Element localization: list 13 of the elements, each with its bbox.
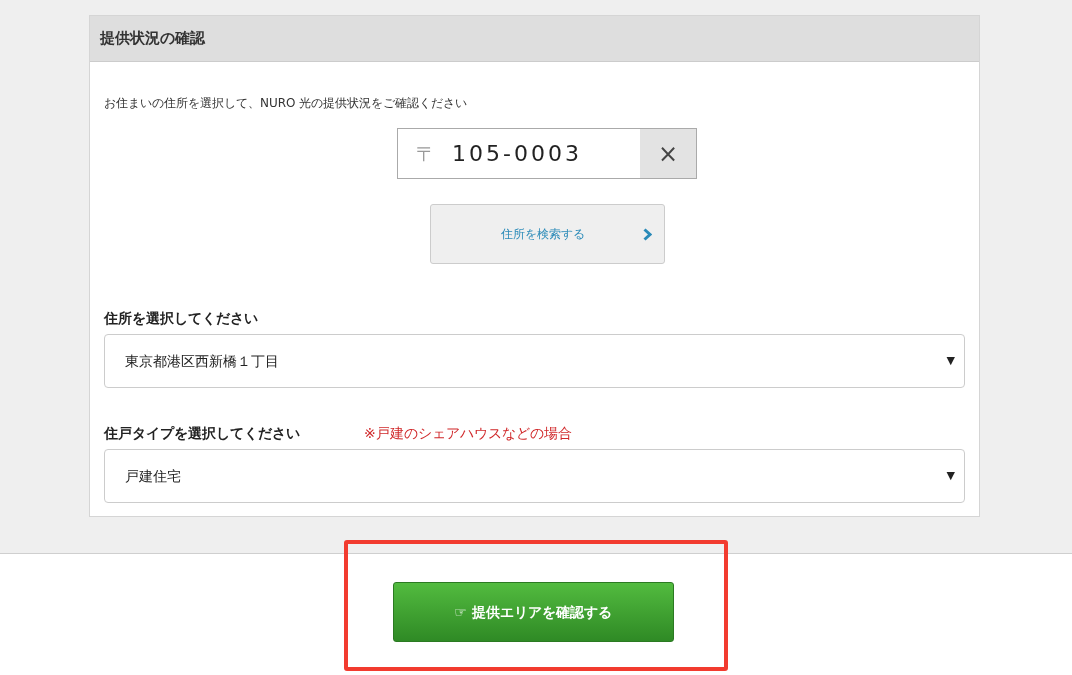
panel-title: 提供状況の確認 <box>100 28 205 50</box>
select-dropdown[interactable]: 戸建住宅 ▼ <box>104 449 965 503</box>
postal-code-field[interactable]: 〒 105-0003 × <box>397 128 697 179</box>
chevron-right-icon <box>642 228 652 241</box>
field-note: ※戸建のシェアハウスなどの場合 <box>364 424 572 443</box>
field-label: 住戸タイプを選択してください <box>104 424 301 443</box>
clear-button[interactable]: × <box>640 129 696 178</box>
instruction-text: お住まいの住所を選択して、NURO 光の提供状況をご確認ください <box>104 95 469 112</box>
postal-code-value: 105-0003 <box>452 140 583 168</box>
postal-mark: 〒 <box>416 140 436 168</box>
field-label: 住所を選択してください <box>104 309 259 328</box>
select-dropdown[interactable]: 東京都港区西新橋１丁目 ▼ <box>104 334 965 388</box>
address-search-button[interactable]: 住所を検索する <box>429 204 665 264</box>
